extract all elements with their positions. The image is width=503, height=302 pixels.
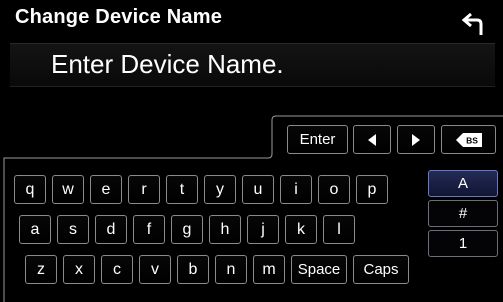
key-x[interactable]: x	[63, 255, 95, 284]
key-s[interactable]: s	[57, 215, 89, 244]
page-title: Change Device Name	[15, 6, 223, 28]
right-arrow-icon	[412, 133, 420, 146]
key-space[interactable]: Space	[291, 255, 347, 284]
key-e[interactable]: e	[90, 175, 122, 204]
key-f[interactable]: f	[133, 215, 165, 244]
backspace-icon: BS	[455, 132, 482, 147]
key-v[interactable]: v	[139, 255, 171, 284]
key-i[interactable]: i	[280, 175, 312, 204]
left-arrow-icon	[368, 133, 376, 146]
key-m[interactable]: m	[253, 255, 285, 284]
device-name-field[interactable]: Enter Device Name.	[10, 43, 495, 87]
key-a[interactable]: a	[19, 215, 51, 244]
key-y[interactable]: y	[204, 175, 236, 204]
key-t[interactable]: t	[166, 175, 198, 204]
back-button[interactable]	[456, 10, 490, 40]
key-o[interactable]: o	[318, 175, 350, 204]
device-name-prompt: Enter Device Name.	[51, 49, 284, 79]
key-q[interactable]: q	[14, 175, 46, 204]
backspace-key[interactable]: BS	[441, 125, 496, 154]
key-u[interactable]: u	[242, 175, 274, 204]
cursor-right-key[interactable]	[397, 125, 435, 154]
key-b[interactable]: b	[177, 255, 209, 284]
change-device-name-screen: Change Device Name Enter Device Name. En…	[0, 0, 503, 302]
key-r[interactable]: r	[128, 175, 160, 204]
back-arrow-icon	[461, 13, 483, 35]
key-w[interactable]: w	[52, 175, 84, 204]
enter-key[interactable]: Enter	[287, 125, 348, 154]
svg-text:BS: BS	[466, 135, 478, 145]
mode-number-button[interactable]: 1	[428, 230, 498, 257]
key-n[interactable]: n	[215, 255, 247, 284]
key-k[interactable]: k	[285, 215, 317, 244]
key-h[interactable]: h	[209, 215, 241, 244]
mode-alpha-button[interactable]: A	[428, 170, 498, 197]
key-p[interactable]: p	[356, 175, 388, 204]
mode-symbol-button[interactable]: #	[428, 200, 498, 227]
key-l[interactable]: l	[323, 215, 355, 244]
key-d[interactable]: d	[95, 215, 127, 244]
key-j[interactable]: j	[247, 215, 279, 244]
key-caps[interactable]: Caps	[353, 255, 409, 284]
key-g[interactable]: g	[171, 215, 203, 244]
cursor-left-key[interactable]	[353, 125, 391, 154]
key-z[interactable]: z	[25, 255, 57, 284]
key-c[interactable]: c	[101, 255, 133, 284]
